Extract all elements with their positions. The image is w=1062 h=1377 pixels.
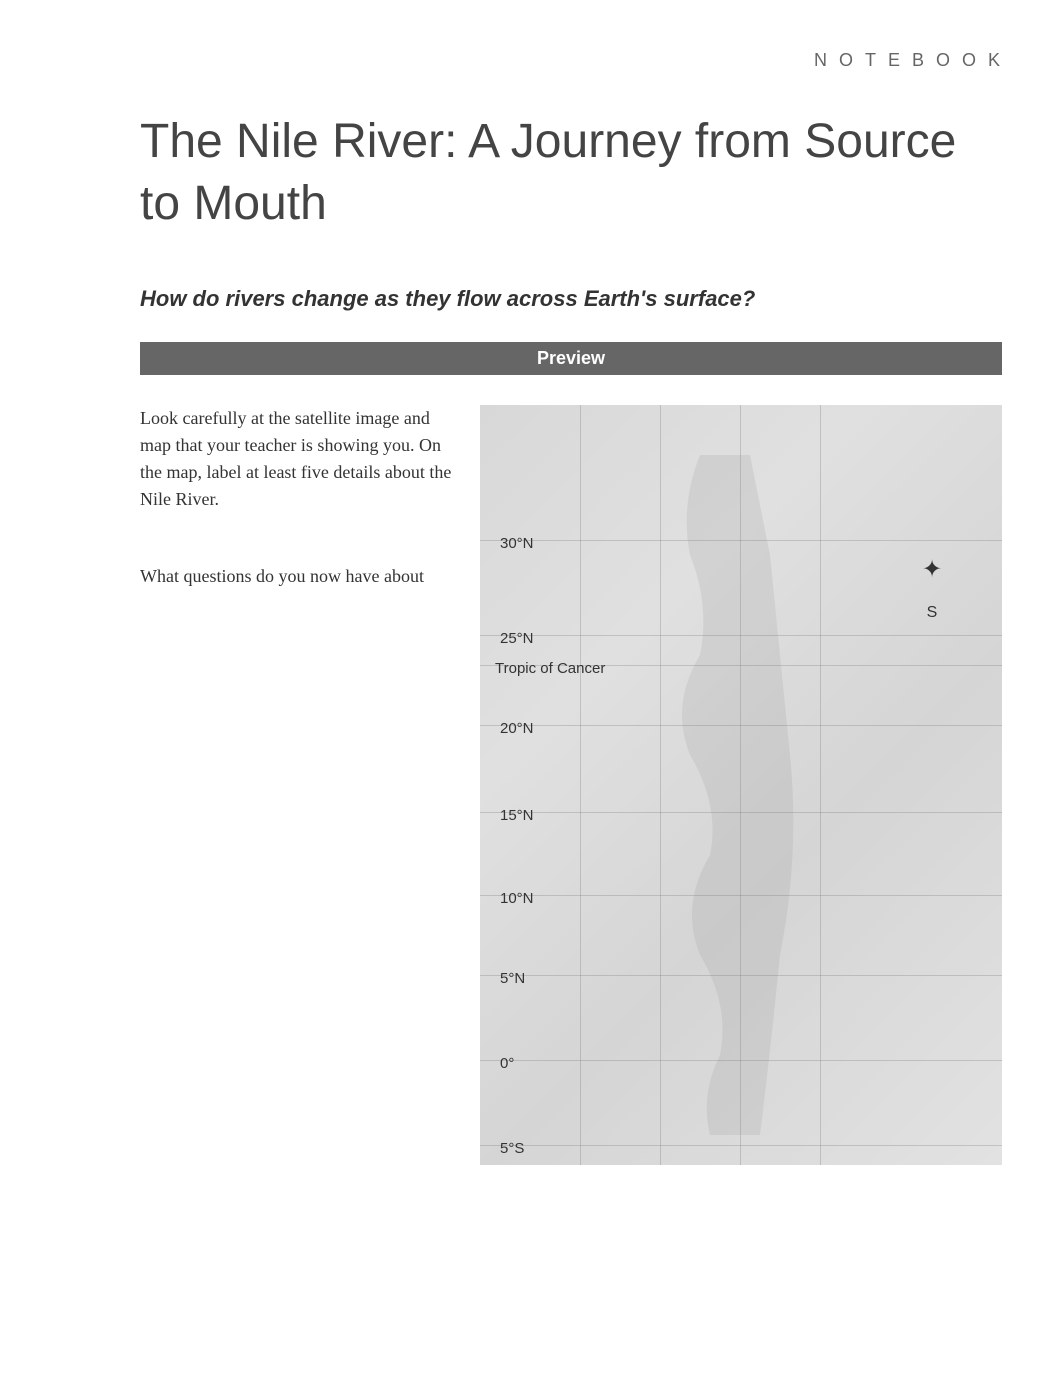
notebook-header-label: NOTEBOOK xyxy=(60,50,1012,71)
page-title: The Nile River: A Journey from Source to… xyxy=(140,111,1002,236)
instruction-paragraph-2: What questions do you now have about xyxy=(140,563,460,590)
instruction-paragraph-1: Look carefully at the satellite image an… xyxy=(140,405,460,513)
compass-icon: ✦ xyxy=(912,555,952,584)
left-text-column: Look carefully at the satellite image an… xyxy=(140,405,460,1165)
essential-question: How do rivers change as they flow across… xyxy=(140,286,1002,312)
compass-south-label: S xyxy=(912,604,952,622)
compass-rose: ✦ S xyxy=(912,555,952,595)
preview-section-header: Preview xyxy=(140,342,1002,375)
latitude-15n: 15°N xyxy=(500,807,534,824)
map-grid xyxy=(480,405,1002,1165)
latitude-30n: 30°N xyxy=(500,535,534,552)
latitude-25n: 25°N xyxy=(500,630,534,647)
latitude-5s: 5°S xyxy=(500,1140,524,1157)
tropic-of-cancer-label: Tropic of Cancer xyxy=(495,660,605,677)
latitude-10n: 10°N xyxy=(500,890,534,907)
latitude-5n: 5°N xyxy=(500,970,525,987)
content-area: Look carefully at the satellite image an… xyxy=(140,405,1002,1165)
latitude-20n: 20°N xyxy=(500,720,534,737)
latitude-0: 0° xyxy=(500,1055,514,1072)
nile-map-container: 30°N 25°N Tropic of Cancer 20°N 15°N 10°… xyxy=(480,405,1002,1165)
